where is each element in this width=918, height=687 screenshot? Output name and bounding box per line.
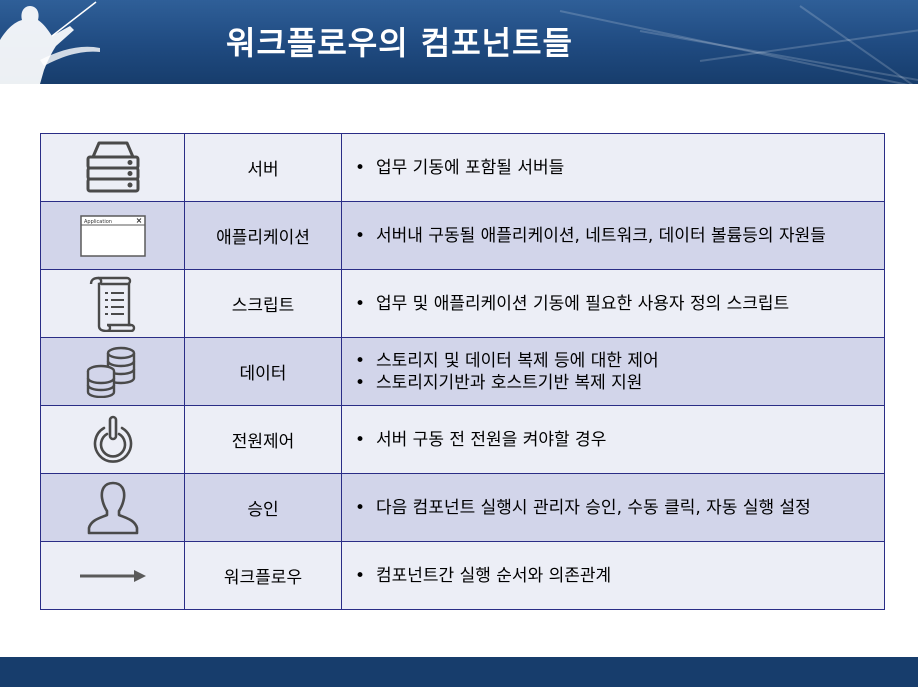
- power-icon: [93, 415, 132, 463]
- application-window-title: Application: [84, 219, 112, 225]
- component-name: 애플리케이션: [184, 201, 342, 270]
- component-name: 워크플로우: [184, 541, 342, 610]
- table-row: 전원제어 서버 구동 전 전원을 켜야할 경우: [40, 405, 885, 474]
- page-title: 워크플로우의 컴포넌트들: [226, 24, 573, 62]
- database-icon: [86, 346, 135, 398]
- script-scroll-icon: [89, 276, 135, 332]
- user-icon: [87, 481, 138, 534]
- table-row: 승인 다음 컴포넌트 실행시 관리자 승인, 수동 클릭, 자동 실행 설정: [40, 473, 885, 542]
- table-row: Application 애플리케이션 서버내 구동될 애플리케이션, 네트워크,…: [40, 201, 885, 270]
- component-name: 전원제어: [184, 405, 342, 474]
- list-item: 업무 기동에 포함될 서버들: [350, 157, 874, 179]
- table-row: 스크립트 업무 및 애플리케이션 기동에 필요한 사용자 정의 스크립트: [40, 269, 885, 338]
- component-name: 서버: [184, 133, 342, 202]
- table-row: 워크플로우 컴포넌트간 실행 순서와 의존관계: [40, 541, 885, 610]
- footer-bar: [0, 657, 918, 687]
- table-row: 데이터 스토리지 및 데이터 복제 등에 대한 제어 스토리지기반과 호스트기반…: [40, 337, 885, 406]
- components-table: 서버 업무 기동에 포함될 서버들 Application 애플리케이션 서버내…: [40, 133, 885, 610]
- list-item: 서버 구동 전 전원을 켜야할 경우: [350, 429, 874, 451]
- table-row: 서버 업무 기동에 포함될 서버들: [40, 133, 885, 202]
- server-icon: [86, 141, 139, 192]
- header-banner: 워크플로우의 컴포넌트들: [0, 0, 918, 84]
- conductor-logo: [0, 1, 100, 84]
- list-item: 업무 및 애플리케이션 기동에 필요한 사용자 정의 스크립트: [350, 293, 874, 315]
- list-item: 컴포넌트간 실행 순서와 의존관계: [350, 565, 874, 587]
- list-item: 서버내 구동될 애플리케이션, 네트워크, 데이터 볼륨등의 자원들: [350, 225, 874, 247]
- list-item: 다음 컴포넌트 실행시 관리자 승인, 수동 클릭, 자동 실행 설정: [350, 497, 874, 519]
- list-item: 스토리지기반과 호스트기반 복제 지원: [350, 372, 874, 394]
- component-name: 스크립트: [184, 269, 342, 338]
- application-window-icon: Application: [79, 214, 146, 257]
- list-item: 스토리지 및 데이터 복제 등에 대한 제어: [350, 350, 874, 372]
- component-name: 데이터: [184, 337, 342, 406]
- component-name: 승인: [184, 473, 342, 542]
- arrow-right-icon: [79, 569, 146, 582]
